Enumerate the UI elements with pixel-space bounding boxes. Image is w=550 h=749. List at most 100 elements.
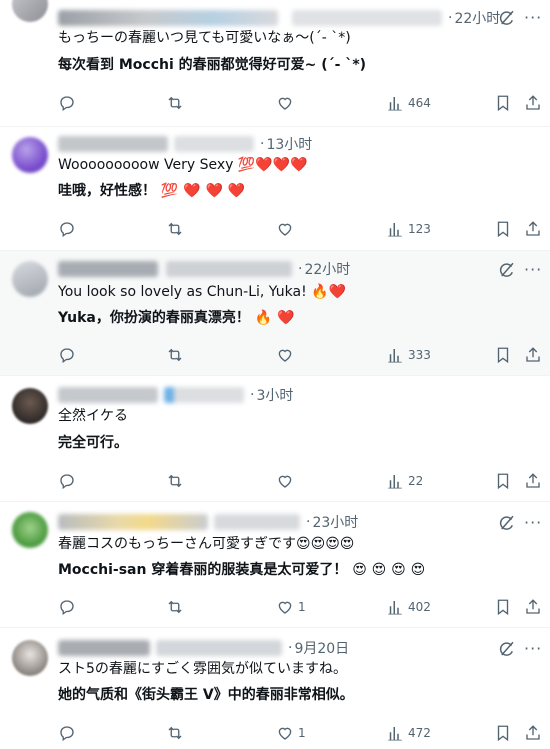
bookmark-button[interactable]	[494, 722, 512, 744]
reply-item[interactable]: · 23小时 ··· 春麗コスのもっちーさん可愛すぎです😍😍😍😍 Mocchi-…	[0, 502, 550, 628]
views-button[interactable]: 333	[386, 344, 431, 366]
share-button[interactable]	[524, 722, 542, 744]
reply-text: 春麗コスのもっちーさん可愛すぎです😍😍😍😍	[58, 536, 355, 552]
share-button[interactable]	[524, 344, 542, 366]
like-button[interactable]	[276, 344, 298, 366]
reply-text: Wooooooooow Very Sexy 💯❤️❤️❤️	[58, 157, 308, 173]
avatar[interactable]	[12, 137, 48, 173]
views-bar-chart-icon	[386, 94, 404, 112]
retweet-button[interactable]	[166, 218, 184, 240]
reply-button[interactable]	[58, 344, 76, 366]
like-count: 1	[298, 600, 306, 614]
retweet-icon	[166, 346, 184, 364]
reply-button[interactable]	[58, 722, 76, 744]
retweet-button[interactable]	[166, 722, 184, 744]
bookmark-button[interactable]	[494, 218, 512, 240]
reply-button[interactable]	[58, 596, 76, 618]
blurred-display-name[interactable]	[58, 136, 168, 152]
retweet-button[interactable]	[166, 92, 184, 114]
views-button[interactable]: 402	[386, 596, 431, 618]
blurred-display-name[interactable]	[58, 387, 158, 403]
blurred-handle[interactable]	[156, 640, 282, 656]
share-button[interactable]	[524, 470, 542, 492]
blurred-display-name[interactable]	[58, 514, 208, 530]
share-upload-icon	[524, 220, 542, 238]
bookmark-button[interactable]	[494, 92, 512, 114]
reply-item[interactable]: · 22小时 ··· もっちーの春麗いつ見ても可愛いなぁ〜(´- `*) 每次看…	[0, 0, 550, 127]
action-bar: 464	[58, 92, 550, 114]
avatar[interactable]	[12, 388, 48, 424]
reply-item[interactable]: · 9月20日 ··· スト5の春麗にすごく雰囲気が似ていますね。 她的气质和《…	[0, 628, 550, 749]
avatar[interactable]	[12, 261, 48, 297]
bookmark-button[interactable]	[494, 596, 512, 618]
bookmark-icon	[494, 346, 512, 364]
blurred-display-name[interactable]	[58, 10, 278, 26]
like-heart-icon	[276, 472, 294, 490]
views-button[interactable]: 123	[386, 218, 431, 240]
blurred-handle[interactable]	[164, 387, 244, 403]
avatar[interactable]	[12, 0, 48, 22]
more-dots-icon[interactable]: ···	[524, 515, 542, 532]
timestamp[interactable]: 23小时	[312, 512, 358, 532]
grok-icon[interactable]	[498, 640, 516, 658]
timestamp[interactable]: 9月20日	[294, 638, 349, 658]
reply-text: You look so lovely as Chun-Li, Yuka! 🔥❤️	[58, 284, 346, 300]
share-button[interactable]	[524, 596, 542, 618]
translated-text: Mocchi-san 穿着春丽的服装真是太可爱了！ 😍 😍 😍 😍	[58, 562, 426, 578]
reply-button[interactable]	[58, 92, 76, 114]
blurred-handle[interactable]	[214, 514, 300, 530]
views-button[interactable]: 22	[386, 470, 423, 492]
reply-item[interactable]: · 3小时 全然イケる 完全可行。 22	[0, 376, 550, 502]
retweet-button[interactable]	[166, 596, 184, 618]
more-dots-icon[interactable]: ···	[524, 262, 542, 279]
retweet-button[interactable]	[166, 344, 184, 366]
bookmark-icon	[494, 94, 512, 112]
retweet-button[interactable]	[166, 470, 184, 492]
reply-item[interactable]: · 22小时 ··· You look so lovely as Chun-Li…	[0, 251, 550, 376]
grok-icon[interactable]	[498, 261, 516, 279]
bookmark-button[interactable]	[494, 344, 512, 366]
reply-button[interactable]	[58, 470, 76, 492]
like-button[interactable]	[276, 218, 298, 240]
timestamp[interactable]: 22小时	[304, 259, 350, 279]
reply-item[interactable]: · 13小时 Wooooooooow Very Sexy 💯❤️❤️❤️ 哇哦，…	[0, 127, 550, 251]
like-button[interactable]: 1	[276, 722, 306, 744]
avatar[interactable]	[12, 512, 48, 548]
blurred-handle[interactable]	[166, 261, 292, 277]
reply-icon	[58, 724, 76, 742]
like-button[interactable]	[276, 470, 298, 492]
views-button[interactable]: 472	[386, 722, 431, 744]
reply-icon	[58, 94, 76, 112]
share-upload-icon	[524, 598, 542, 616]
like-heart-icon	[276, 94, 294, 112]
grok-icon[interactable]	[498, 514, 516, 532]
share-upload-icon	[524, 472, 542, 490]
timestamp[interactable]: 3小时	[256, 385, 293, 405]
view-count: 402	[408, 600, 431, 614]
blurred-handle[interactable]	[292, 10, 442, 26]
more-dots-icon[interactable]: ···	[524, 641, 542, 658]
like-button[interactable]	[276, 92, 298, 114]
reply-icon	[58, 598, 76, 616]
blurred-display-name[interactable]	[58, 640, 150, 656]
timestamp[interactable]: 13小时	[266, 134, 312, 154]
dot-separator: ·	[448, 10, 453, 26]
like-button[interactable]: 1	[276, 596, 306, 618]
share-button[interactable]	[524, 92, 542, 114]
reply-button[interactable]	[58, 218, 76, 240]
like-heart-icon	[276, 724, 294, 742]
blurred-display-name[interactable]	[58, 261, 158, 277]
timestamp[interactable]: 22小时	[454, 8, 500, 28]
views-button[interactable]: 464	[386, 92, 431, 114]
views-bar-chart-icon	[386, 724, 404, 742]
blurred-handle[interactable]	[174, 136, 254, 152]
grok-icon[interactable]	[498, 9, 516, 27]
dot-separator: ·	[260, 136, 265, 152]
avatar[interactable]	[12, 640, 48, 676]
translated-text: 完全可行。	[58, 435, 128, 451]
more-dots-icon[interactable]: ···	[524, 10, 542, 27]
share-button[interactable]	[524, 218, 542, 240]
reply-header: · 23小时	[58, 511, 542, 533]
action-bar: 22	[58, 470, 550, 492]
bookmark-button[interactable]	[494, 470, 512, 492]
